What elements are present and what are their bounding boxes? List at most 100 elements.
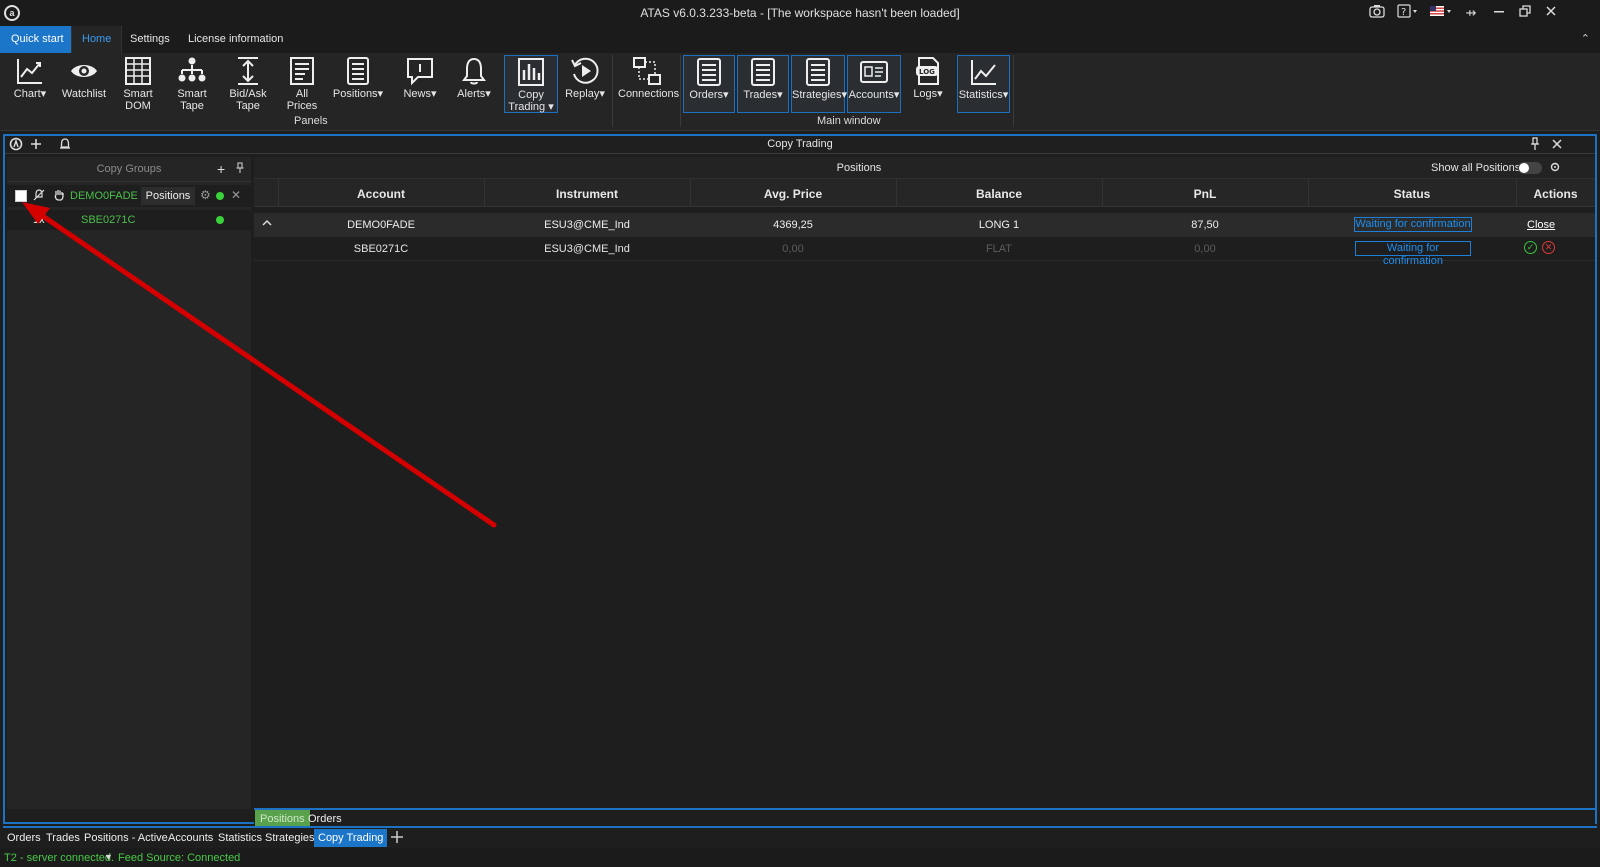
reject-cancel-icon[interactable]: ✕	[1542, 241, 1555, 254]
group-remove-close-icon[interactable]: ✕	[231, 188, 241, 202]
copy-group-row[interactable]: DEMO0FADE Positions ⚙ ✕	[7, 185, 251, 207]
document-lines-icon	[290, 57, 314, 85]
connections-icon	[633, 57, 661, 85]
smart-tape-button[interactable]: Smart Tape	[170, 55, 214, 113]
close-window-icon[interactable]	[1544, 4, 1558, 22]
restore-icon[interactable]	[1518, 4, 1532, 22]
positions-button[interactable]: Positions▾	[332, 55, 384, 113]
language-flag-icon[interactable]	[1428, 4, 1454, 22]
column-instrument[interactable]: Instrument	[484, 187, 690, 201]
copy-trading-button[interactable]: Copy Trading ▾	[504, 55, 558, 113]
pin-window-icon[interactable]: ⇸	[1464, 4, 1478, 22]
group-enable-checkbox[interactable]	[15, 190, 27, 202]
tab-home[interactable]: Home	[71, 26, 123, 53]
trades-button[interactable]: Trades▾	[737, 55, 789, 113]
row-pnl: 87,50	[1191, 219, 1219, 231]
bottom-tab-positions-active[interactable]: Positions - Active	[84, 829, 168, 847]
group-settings-gear-icon[interactable]: ⚙	[200, 188, 211, 202]
copy-trading-icon	[518, 58, 544, 86]
connections-button[interactable]: Connections	[618, 55, 679, 113]
column-avg-price[interactable]: Avg. Price	[690, 187, 896, 201]
column-balance[interactable]: Balance	[896, 187, 1102, 201]
accounts-label: Accounts▾	[848, 89, 900, 101]
bottom-tab-copy-trading[interactable]: Copy Trading	[314, 829, 388, 847]
show-all-positions-toggle[interactable]	[1518, 162, 1542, 174]
add-group-icon[interactable]: +	[217, 161, 225, 177]
status-bar: T2 - server connected. ▼ Feed Source: Co…	[0, 848, 1600, 867]
tab-settings[interactable]: Settings	[120, 26, 180, 53]
orders-button[interactable]: Orders▾	[683, 55, 735, 113]
close-position-link[interactable]: Close	[1527, 219, 1555, 231]
copy-trading-label-1: Copy	[518, 89, 544, 101]
column-actions[interactable]: Actions	[1516, 187, 1595, 201]
hand-icon[interactable]	[53, 188, 65, 205]
bid-ask-tape-button[interactable]: Bid/Ask Tape	[224, 55, 272, 113]
accounts-button[interactable]: Accounts▾	[847, 55, 901, 113]
bottom-tab-trades[interactable]: Trades	[46, 829, 80, 847]
bottom-tab-statistics[interactable]: Statistics	[218, 829, 262, 847]
copy-trading-window: Copy Trading Copy Groups + DEMO0FADE Pos…	[3, 134, 1597, 828]
column-status[interactable]: Status	[1308, 187, 1516, 201]
table-row[interactable]: DEMO0FADE ESU3@CME_Ind 4369,25 LONG 1 87…	[254, 213, 1595, 237]
replay-button[interactable]: Replay▾	[564, 55, 606, 113]
row-instrument: ESU3@CME_Ind	[544, 243, 630, 255]
server-dropdown-icon[interactable]: ▼	[104, 852, 113, 862]
add-tab-icon[interactable]	[390, 828, 404, 850]
column-account[interactable]: Account	[278, 187, 484, 201]
group-positions-button[interactable]: Positions	[141, 187, 195, 205]
subscriber-row[interactable]: 1x SBE0271C	[7, 210, 251, 230]
orders-list-icon	[697, 58, 721, 86]
ribbon: Chart▾ Watchlist Smart DOM Smart Tape Bi…	[0, 53, 1600, 131]
bottom-tab-bar: Orders Trades Positions - Active Account…	[3, 826, 1597, 847]
minimize-icon[interactable]	[1492, 4, 1506, 22]
server-status[interactable]: T2 - server connected.	[4, 852, 114, 864]
collapse-ribbon-icon[interactable]: ⌃	[1581, 32, 1590, 45]
camera-icon[interactable]	[1368, 4, 1386, 22]
column-pnl[interactable]: PnL	[1102, 187, 1308, 201]
row-avg-price: 0,00	[782, 243, 804, 255]
strategies-button[interactable]: Strategies▾	[791, 55, 848, 113]
status-badge: Waiting for confirmation	[1354, 217, 1472, 232]
notifications-off-icon[interactable]	[33, 188, 45, 205]
bottom-tab-orders[interactable]: Orders	[7, 829, 41, 847]
title-bar: a ATAS v6.0.3.233-beta - [The workspace …	[0, 0, 1600, 26]
row-account: SBE0271C	[353, 243, 409, 255]
watchlist-button[interactable]: Watchlist	[60, 55, 108, 113]
tab-license-information[interactable]: License information	[178, 26, 293, 53]
table-row[interactable]: SBE0271C ESU3@CME_Ind 0,00 FLAT 0,00 Wai…	[254, 237, 1595, 267]
speech-bubble-icon	[407, 58, 433, 86]
eye-icon	[71, 65, 97, 77]
replay-icon	[571, 57, 599, 84]
statistics-chart-icon	[970, 60, 996, 85]
svg-text:LOG: LOG	[919, 68, 935, 76]
group-name: DEMO0FADE	[70, 190, 138, 202]
alerts-button[interactable]: Alerts▾	[454, 55, 494, 113]
pin-groups-icon[interactable]	[236, 162, 244, 177]
bell-icon	[462, 57, 486, 85]
close-panel-icon[interactable]	[1551, 137, 1563, 154]
pin-panel-icon[interactable]	[1530, 137, 1540, 154]
logs-label: Logs▾	[913, 88, 943, 100]
confirm-check-icon[interactable]: ✓	[1524, 241, 1537, 254]
logs-button[interactable]: LOG Logs▾	[908, 55, 948, 113]
collapse-row-chevron-up-icon[interactable]	[262, 217, 272, 232]
bottom-tab-strategies[interactable]: Strategies	[265, 829, 315, 847]
row-balance: LONG 1	[978, 219, 1020, 231]
row-balance: FLAT	[985, 243, 1013, 255]
subscriber-status-dot	[216, 216, 224, 224]
watchlist-label: Watchlist	[61, 88, 107, 100]
strategies-label: Strategies▾	[792, 89, 848, 101]
help-icon[interactable]: ?	[1396, 4, 1420, 22]
positions-settings-icon[interactable]	[1550, 161, 1560, 176]
all-prices-button[interactable]: All Prices	[280, 55, 324, 113]
news-button[interactable]: News▾	[398, 55, 442, 113]
bottom-tab-accounts[interactable]: Accounts	[168, 829, 213, 847]
smart-dom-button[interactable]: Smart DOM	[116, 55, 160, 113]
copy-groups-header: Copy Groups +	[7, 157, 251, 182]
chart-button[interactable]: Chart▾	[8, 55, 52, 113]
statistics-button[interactable]: Statistics▾	[957, 55, 1010, 113]
subscriber-multiplier[interactable]: 1x	[33, 214, 45, 226]
tab-quick-start[interactable]: Quick start	[0, 26, 75, 53]
ribbon-separator	[612, 55, 613, 127]
panels-group-label: Panels	[294, 115, 328, 127]
